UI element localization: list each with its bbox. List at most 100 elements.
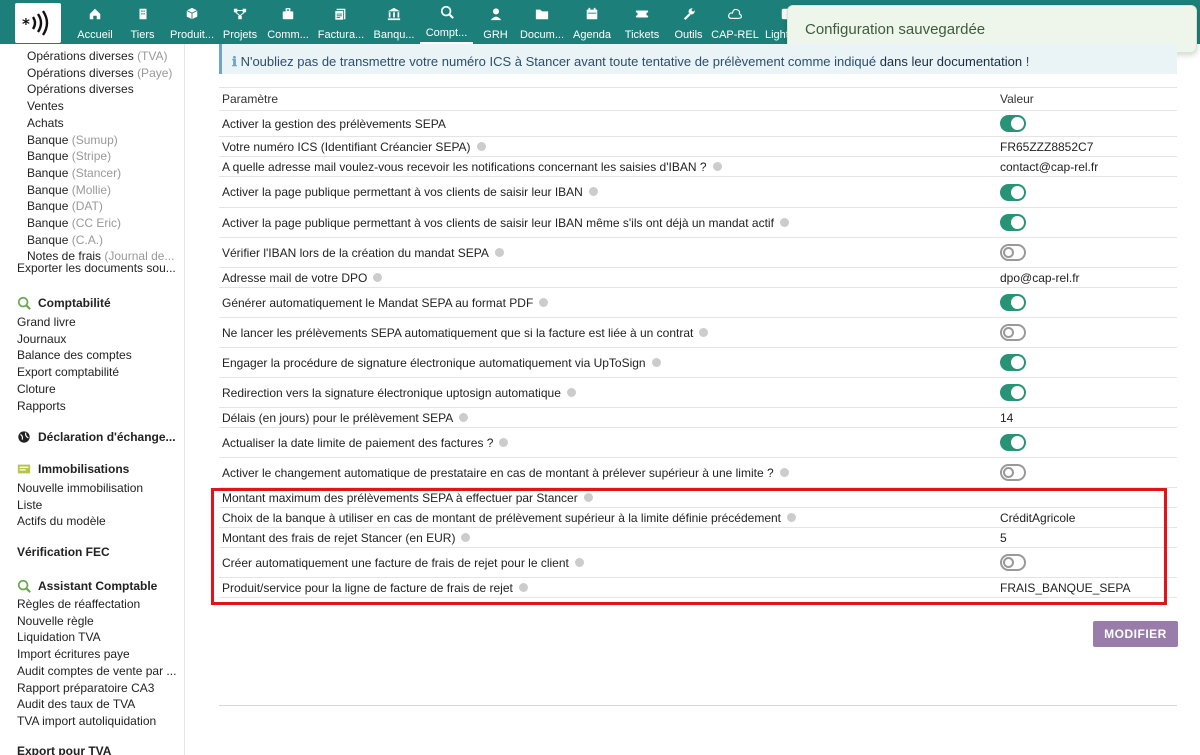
sidebar-subitem[interactable]: Opérations diverses (Paye): [27, 66, 172, 80]
sidebar-item[interactable]: Journaux: [17, 332, 177, 346]
sidebar-section-4[interactable]: Vérification FEC: [17, 545, 182, 559]
sidebar-item[interactable]: Actifs du modèle: [17, 514, 177, 528]
sidebar-item[interactable]: Audit des taux de TVA: [17, 697, 177, 711]
parameter-value[interactable]: CréditAgricole: [1000, 511, 1075, 525]
help-icon[interactable]: [574, 557, 584, 567]
sidebar-item[interactable]: Cloture: [17, 382, 177, 396]
sidebar-subitem[interactable]: Banque (Sumup): [27, 133, 118, 147]
sidebar-subitem[interactable]: Banque (CC Eric): [27, 216, 121, 230]
menu-item-tiers[interactable]: Tiers: [119, 0, 166, 44]
toggle-on-icon[interactable]: [1000, 115, 1026, 132]
value-cell: contact@cap-rel.fr: [997, 156, 1177, 177]
toggle-on-icon[interactable]: [1000, 183, 1026, 201]
sidebar-subitem[interactable]: Ventes: [27, 99, 64, 113]
sidebar-section-5[interactable]: Assistant Comptable: [17, 579, 182, 593]
toggle-off-icon[interactable]: [1000, 554, 1026, 571]
help-icon[interactable]: [459, 412, 469, 422]
sidebar-subitem[interactable]: Banque (C.A.): [27, 233, 103, 247]
project-icon: [232, 6, 248, 22]
sidebar-section-6[interactable]: Export pour TVA: [17, 744, 182, 755]
menu-item-banqu[interactable]: Banqu...: [368, 0, 420, 44]
sidebar-subitem[interactable]: Opérations diverses: [27, 82, 134, 96]
help-icon[interactable]: [539, 297, 549, 307]
menu-item-tickets[interactable]: Tickets: [618, 0, 666, 44]
parameter-value[interactable]: FRAIS_BANQUE_SEPA: [1000, 581, 1131, 595]
sidebar-section-2[interactable]: Déclaration d'échange...: [17, 430, 182, 444]
menu-item-factura[interactable]: Factura...: [314, 0, 368, 44]
parameter-label: Votre numéro ICS (Identifiant Créancier …: [222, 139, 471, 154]
sidebar-item[interactable]: Nouvelle règle: [17, 614, 177, 628]
modify-button[interactable]: MODIFIER: [1093, 621, 1178, 647]
help-icon[interactable]: [583, 492, 593, 502]
sidebar-item[interactable]: Balance des comptes: [17, 348, 177, 362]
toggle-off-icon[interactable]: [1000, 244, 1026, 261]
sidebar-item[interactable]: Règles de réaffectation: [17, 597, 177, 611]
parameter-cell: Montant des frais de rejet Stancer (en E…: [219, 527, 997, 548]
parameter-value[interactable]: dpo@cap-rel.fr: [1000, 271, 1080, 285]
sidebar-item[interactable]: Audit comptes de vente par ...: [17, 664, 177, 678]
sidebar-subitem[interactable]: Banque (DAT): [27, 199, 103, 213]
parameter-value[interactable]: contact@cap-rel.fr: [1000, 160, 1098, 174]
parameter-value[interactable]: 14: [1000, 411, 1013, 425]
menu-item-docum[interactable]: Docum...: [518, 0, 566, 44]
sidebar-subitem[interactable]: Banque (Stripe): [27, 149, 111, 163]
sidebar-item[interactable]: Export comptabilité: [17, 365, 177, 379]
sidebar-item[interactable]: Rapport préparatoire CA3: [17, 681, 177, 695]
toggle-on-icon[interactable]: [1000, 354, 1026, 371]
help-icon[interactable]: [476, 141, 486, 151]
help-icon[interactable]: [518, 582, 528, 592]
sidebar-item-export-documents[interactable]: Exporter les documents sou...: [17, 261, 177, 275]
table-row: Adresse mail de votre DPO dpo@cap-rel.fr: [219, 267, 1177, 288]
menu-item-compt[interactable]: Compt...: [420, 0, 473, 44]
toggle-off-icon[interactable]: [1000, 464, 1026, 481]
help-icon[interactable]: [461, 532, 471, 542]
parameter-value[interactable]: FR65ZZZ8852C7: [1000, 140, 1093, 154]
parameter-label: Montant des frais de rejet Stancer (en E…: [222, 530, 456, 545]
sidebar-item[interactable]: TVA import autoliquidation: [17, 714, 177, 728]
help-icon[interactable]: [566, 387, 576, 397]
menu-item-agenda[interactable]: Agenda: [566, 0, 618, 44]
sidebar-item[interactable]: Liste: [17, 498, 177, 512]
menu-item-outils[interactable]: Outils: [666, 0, 711, 44]
help-icon[interactable]: [779, 467, 789, 477]
toggle-on-icon[interactable]: [1000, 214, 1026, 231]
help-icon[interactable]: [494, 247, 504, 257]
value-cell: [997, 347, 1177, 378]
toggle-off-icon[interactable]: [1000, 324, 1026, 341]
parameter-label: Vérifier l'IBAN lors de la création du m…: [222, 245, 489, 260]
documentation-link[interactable]: dans leur documentation: [880, 54, 1022, 69]
parameter-value[interactable]: 5: [1000, 531, 1007, 545]
help-icon[interactable]: [651, 357, 661, 367]
toggle-on-icon[interactable]: [1000, 434, 1026, 451]
help-icon[interactable]: [588, 187, 598, 197]
help-icon[interactable]: [712, 161, 722, 171]
sidebar-subitem[interactable]: Achats: [27, 116, 64, 130]
sidebar-subitem[interactable]: Banque (Mollie): [27, 183, 111, 197]
sidebar-item[interactable]: Nouvelle immobilisation: [17, 481, 177, 495]
sidebar-section-1[interactable]: Comptabilité: [17, 296, 182, 310]
ticket-icon: [634, 6, 650, 22]
help-icon[interactable]: [699, 327, 709, 337]
value-cell: [997, 427, 1177, 458]
menu-item-grh[interactable]: GRH: [473, 0, 518, 44]
sidebar-item[interactable]: Grand livre: [17, 315, 177, 329]
menu-item-cap-rel[interactable]: CAP-REL: [711, 0, 759, 44]
menu-item-projets[interactable]: Projets: [218, 0, 262, 44]
menu-item-comm[interactable]: Comm...: [262, 0, 314, 44]
sidebar-item[interactable]: Liquidation TVA: [17, 630, 177, 644]
menu-item-produit[interactable]: Produit...: [166, 0, 218, 44]
parameter-cell: Générer automatiquement le Mandat SEPA a…: [219, 287, 997, 318]
toggle-on-icon[interactable]: [1000, 384, 1026, 401]
menu-item-accueil[interactable]: Accueil: [71, 0, 119, 44]
sidebar-subitem[interactable]: Opérations diverses (TVA): [27, 49, 168, 63]
sidebar-item[interactable]: Import écritures paye: [17, 647, 177, 661]
help-icon[interactable]: [787, 512, 796, 522]
toggle-on-icon[interactable]: [1000, 294, 1026, 311]
app-logo[interactable]: *: [15, 3, 61, 43]
sidebar-item[interactable]: Rapports: [17, 399, 177, 413]
sidebar-section-3[interactable]: Immobilisations: [17, 462, 182, 476]
sidebar-subitem[interactable]: Banque (Stancer): [27, 166, 121, 180]
help-icon[interactable]: [779, 217, 789, 227]
help-icon[interactable]: [499, 437, 509, 447]
help-icon[interactable]: [373, 272, 383, 282]
